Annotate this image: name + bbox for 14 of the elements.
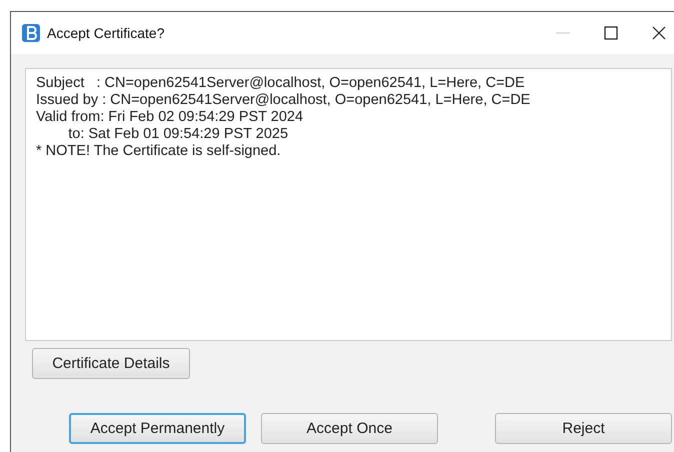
certificate-line: Issued by : CN=open62541Server@localhost, O=open62541, L=Here, C=DE [36, 92, 532, 109]
maximize-icon[interactable] [604, 26, 618, 40]
window-title: Accept Certificate? [47, 25, 164, 41]
certificate-line: Valid from: Fri Feb 02 09:54:29 PST 2024 [36, 109, 304, 126]
app-logo-icon [21, 23, 41, 43]
certificate-line: * NOTE! The Certificate is self-signed. [36, 143, 282, 160]
dialog-button[interactable]: Accept Permanently [69, 413, 246, 444]
certificate-line: to: Sat Feb 01 09:54:29 PST 2025 [67, 126, 290, 143]
close-icon[interactable] [652, 26, 666, 40]
certificate-text-area[interactable] [25, 68, 672, 341]
dialog-button[interactable]: Reject [495, 413, 672, 444]
certificate-line: Subject : CN=open62541Server@localhost, O=open62541, L=Here, C=DE [36, 75, 526, 92]
certificate-details-button[interactable]: Certificate Details [32, 348, 190, 379]
dialog-button[interactable]: Accept Once [261, 413, 438, 444]
